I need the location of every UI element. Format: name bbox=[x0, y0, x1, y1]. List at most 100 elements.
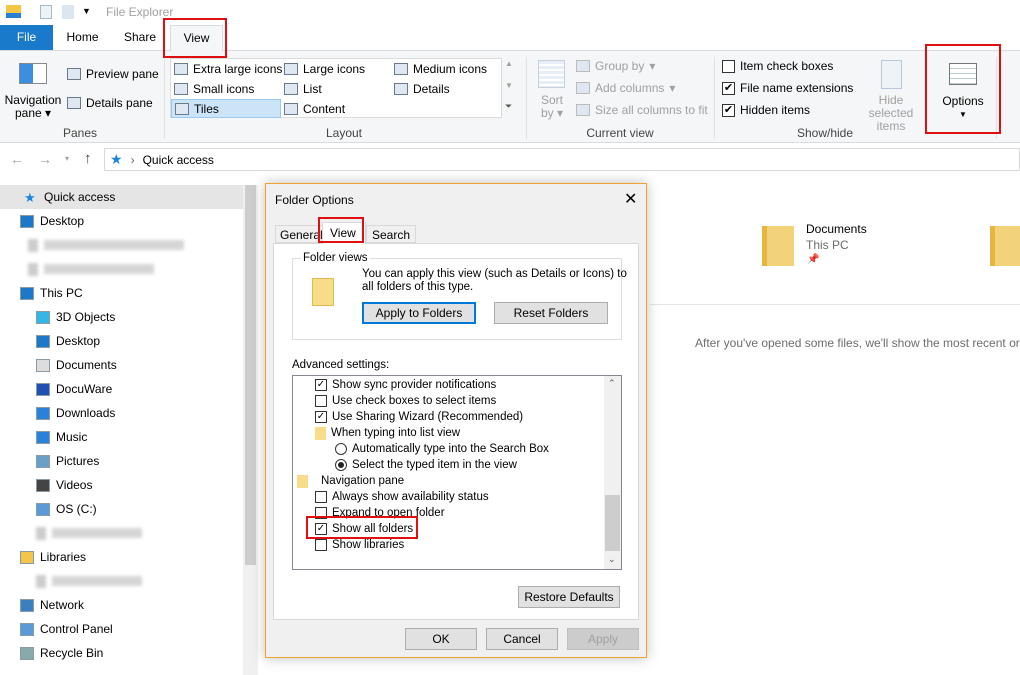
setting-select-the-typed-item-in-the-view[interactable]: Select the typed item in the view bbox=[335, 457, 517, 473]
sidebar-item-redacted[interactable] bbox=[36, 521, 142, 545]
setting-show-all-folders[interactable]: ✓ Show all folders bbox=[315, 521, 413, 537]
setting-automatically-type-into-the-search-box[interactable]: Automatically type into the Search Box bbox=[335, 441, 549, 457]
forward-button[interactable]: → bbox=[38, 151, 52, 167]
tab-share[interactable]: Share bbox=[115, 25, 165, 50]
scroll-down-button[interactable]: ⌄ bbox=[608, 554, 616, 565]
layout-small-icons[interactable]: Small icons bbox=[174, 82, 254, 96]
scrollbar-thumb[interactable] bbox=[245, 185, 256, 565]
checkbox[interactable] bbox=[722, 59, 735, 73]
scroll-up-button[interactable]: ⌃ bbox=[608, 378, 616, 389]
new-folder-icon[interactable] bbox=[62, 5, 74, 19]
close-icon[interactable]: ✕ bbox=[624, 189, 637, 209]
tab-general[interactable]: General bbox=[275, 225, 328, 243]
checkbox-checked[interactable]: ✓ bbox=[315, 523, 327, 535]
sidebar-item-pictures[interactable]: Pictures bbox=[36, 449, 99, 473]
tab-file[interactable]: File bbox=[0, 25, 53, 50]
sidebar-item-network[interactable]: Network bbox=[20, 593, 84, 617]
apply-button[interactable]: Apply bbox=[567, 628, 639, 650]
cancel-button[interactable]: Cancel bbox=[486, 628, 558, 650]
dialog-title: Folder Options bbox=[275, 193, 354, 207]
back-button[interactable]: ← bbox=[10, 151, 24, 167]
scrollbar-thumb[interactable] bbox=[605, 495, 620, 551]
hidden-items-toggle[interactable]: ✔ Hidden items bbox=[722, 103, 810, 117]
sort-by-button[interactable]: Sort by ▾ bbox=[538, 94, 566, 120]
checkbox-checked[interactable]: ✔ bbox=[722, 103, 735, 117]
checkbox-checked[interactable]: ✔ bbox=[722, 81, 735, 95]
options-button[interactable]: Options ▼ bbox=[938, 94, 988, 122]
details-pane-button[interactable]: Details pane bbox=[67, 96, 153, 110]
add-columns-button[interactable]: Add columns ▾ bbox=[576, 81, 675, 95]
doc-icon bbox=[36, 358, 50, 372]
reset-folders-button[interactable]: Reset Folders bbox=[494, 302, 608, 324]
sidebar-item-this-pc[interactable]: This PC bbox=[20, 281, 83, 305]
checkbox[interactable] bbox=[315, 539, 327, 551]
layout-tiles[interactable]: Tiles bbox=[171, 99, 281, 118]
layout-extra-large-icons[interactable]: Extra large icons bbox=[174, 62, 282, 76]
size-all-columns-button[interactable]: Size all columns to fit bbox=[576, 103, 708, 117]
sidebar-scrollbar[interactable] bbox=[243, 185, 258, 675]
apply-to-folders-button[interactable]: Apply to Folders bbox=[362, 302, 476, 324]
desktop-icon bbox=[20, 214, 34, 228]
restore-defaults-button[interactable]: Restore Defaults bbox=[518, 586, 620, 608]
layout-medium-icons[interactable]: Medium icons bbox=[394, 62, 487, 76]
layout-list[interactable]: List bbox=[284, 82, 322, 96]
checkbox[interactable] bbox=[315, 491, 327, 503]
sidebar-item-label: Recycle Bin bbox=[40, 646, 104, 660]
sidebar-item-os-c[interactable]: OS (C:) bbox=[36, 497, 97, 521]
setting-use-check-boxes-to-select-items[interactable]: Use check boxes to select items bbox=[315, 393, 496, 409]
group-by-button[interactable]: Group by ▾ bbox=[576, 59, 655, 73]
layout-details[interactable]: Details bbox=[394, 82, 450, 96]
setting-expand-to-open-folder[interactable]: Expand to open folder bbox=[315, 505, 445, 521]
sidebar-item-music[interactable]: Music bbox=[36, 425, 87, 449]
documents-tile-name[interactable]: Documents bbox=[806, 222, 867, 236]
sidebar-item-recycle-bin[interactable]: Recycle Bin bbox=[20, 641, 103, 665]
sidebar-item-redacted[interactable] bbox=[28, 257, 154, 281]
item-check-boxes-toggle[interactable]: Item check boxes bbox=[722, 59, 833, 73]
checkbox[interactable] bbox=[315, 507, 327, 519]
checkbox[interactable] bbox=[315, 395, 327, 407]
preview-pane-button[interactable]: Preview pane bbox=[67, 67, 159, 81]
sidebar-item-desktop[interactable]: Desktop bbox=[20, 209, 84, 233]
ok-button[interactable]: OK bbox=[405, 628, 477, 650]
gallery-scroll-up[interactable]: ▲ bbox=[505, 59, 513, 68]
radio-selected[interactable] bbox=[335, 459, 347, 471]
layout-large-icons[interactable]: Large icons bbox=[284, 62, 365, 76]
sidebar-item-docuware[interactable]: DocuWare bbox=[36, 377, 112, 401]
checkbox-checked[interactable]: ✓ bbox=[315, 379, 327, 391]
sidebar-item-quick-access[interactable]: ★ Quick access bbox=[0, 185, 243, 209]
sidebar-item-control-panel[interactable]: Control Panel bbox=[20, 617, 113, 641]
sidebar-item-3d-objects[interactable]: 3D Objects bbox=[36, 305, 115, 329]
sidebar-item-desktop[interactable]: Desktop bbox=[36, 329, 100, 353]
recent-locations-button[interactable]: ▾ bbox=[65, 154, 69, 163]
sidebar-item-documents[interactable]: Documents bbox=[36, 353, 117, 377]
gallery-scroll-down[interactable]: ▼ bbox=[505, 81, 513, 90]
checkbox-checked[interactable]: ✓ bbox=[315, 411, 327, 423]
sidebar-item-redacted[interactable] bbox=[36, 569, 142, 593]
content-icon bbox=[284, 103, 298, 115]
radio[interactable] bbox=[335, 443, 347, 455]
address-bar[interactable]: ★ › Quick access bbox=[104, 148, 1020, 171]
sidebar-item-label: Downloads bbox=[56, 406, 116, 420]
sidebar-item-downloads[interactable]: Downloads bbox=[36, 401, 115, 425]
tab-view[interactable]: View bbox=[322, 222, 366, 244]
properties-icon[interactable] bbox=[40, 5, 52, 19]
customize-toolbar-icon[interactable]: ▼ bbox=[82, 6, 91, 16]
setting-use-sharing-wizard-recommended[interactable]: ✓ Use Sharing Wizard (Recommended) bbox=[315, 409, 523, 425]
hide-selected-items-button[interactable]: Hide selected items bbox=[855, 94, 927, 133]
up-button[interactable]: ↑ bbox=[84, 150, 92, 167]
setting-always-show-availability-status[interactable]: Always show availability status bbox=[315, 489, 489, 505]
tab-search[interactable]: Search bbox=[366, 225, 417, 243]
sidebar-item-redacted[interactable] bbox=[28, 233, 184, 257]
divider bbox=[996, 57, 997, 139]
setting-show-libraries[interactable]: Show libraries bbox=[315, 537, 404, 553]
layout-content[interactable]: Content bbox=[284, 102, 345, 116]
gallery-expand[interactable]: ⏷ bbox=[505, 101, 512, 112]
navigation-pane-button[interactable]: Navigation pane ▾ bbox=[4, 94, 62, 120]
list-scrollbar[interactable]: ⌃ ⌄ bbox=[604, 376, 621, 569]
file-name-extensions-toggle[interactable]: ✔ File name extensions bbox=[722, 81, 853, 95]
tab-view[interactable]: View bbox=[170, 25, 223, 51]
sidebar-item-videos[interactable]: Videos bbox=[36, 473, 92, 497]
sidebar-item-libraries[interactable]: Libraries bbox=[20, 545, 86, 569]
tab-home[interactable]: Home bbox=[55, 25, 110, 50]
setting-show-sync-provider-notifications[interactable]: ✓ Show sync provider notifications bbox=[315, 377, 496, 393]
